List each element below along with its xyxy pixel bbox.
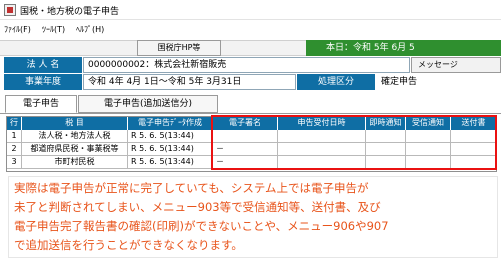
corp-name-label: 法 人 名 (4, 57, 82, 73)
row1-created: R 5. 6. 5(13:44) (128, 130, 213, 143)
col-header-tax: 税 目 (22, 117, 128, 130)
tab-e-filing[interactable]: 電子申告 (5, 95, 77, 113)
row3-created: R 5. 6. 5(13:44) (128, 156, 213, 169)
menu-file[interactable]: ﾌｧｲﾙ(F) (4, 24, 31, 35)
app-icon (4, 4, 16, 16)
row2-created: R 5. 6. 5(13:44) (128, 143, 213, 156)
row2-tax[interactable]: 都道府県民税・事業税等 (22, 143, 128, 156)
fiscal-year-label: 事業年度 (4, 74, 82, 90)
row1-tax[interactable]: 法人税・地方法人税 (22, 130, 128, 143)
row3-tax[interactable]: 市町村民税 (22, 156, 128, 169)
process-category-field: 確定申告 (376, 74, 501, 90)
row2-no: 2 (7, 143, 22, 156)
message-button[interactable]: メッセージ (411, 57, 501, 73)
tab-e-filing-additional[interactable]: 電子申告(追加送信分) (78, 95, 218, 113)
today-date-display: 本日：令和 5年 6月 5 (306, 40, 501, 56)
tab-baseline (0, 113, 501, 114)
row3-no: 3 (7, 156, 22, 169)
fiscal-year-field: 令和 4年 4月 1日～令和 5年 3月31日 (83, 74, 296, 90)
nta-hp-button[interactable]: 国税庁HP等 (137, 40, 221, 56)
menu-help[interactable]: ﾍﾙﾌﾟ(H) (76, 24, 104, 35)
corp-name-field: 0000000002：株式会社新宿販売 (83, 57, 410, 73)
col-header-created: 電子申告ﾃﾞｰﾀ作成 (128, 117, 213, 130)
col-header-row-no: 行 (7, 117, 22, 130)
annotation-line-2: 未了と判断されてしまい、メニュー903等で受信通知等、送付書、及び (14, 200, 381, 214)
row1-no: 1 (7, 130, 22, 143)
menu-tools[interactable]: ﾂｰﾙ(T) (42, 24, 65, 35)
annotation-line-4: で追加送信を行うことができなくなります。 (14, 238, 243, 252)
highlight-box (211, 115, 497, 170)
process-category-label: 処理区分 (297, 74, 375, 90)
annotation-line-3: 電子申告完了報告書の確認(印刷)ができないことや、メニュー906や907 (14, 219, 389, 233)
annotation-line-1: 実際は電子申告が正常に完了していても、システム上では電子申告が (14, 181, 369, 195)
window-title: 国税・地方税の電子申告 (20, 7, 120, 17)
